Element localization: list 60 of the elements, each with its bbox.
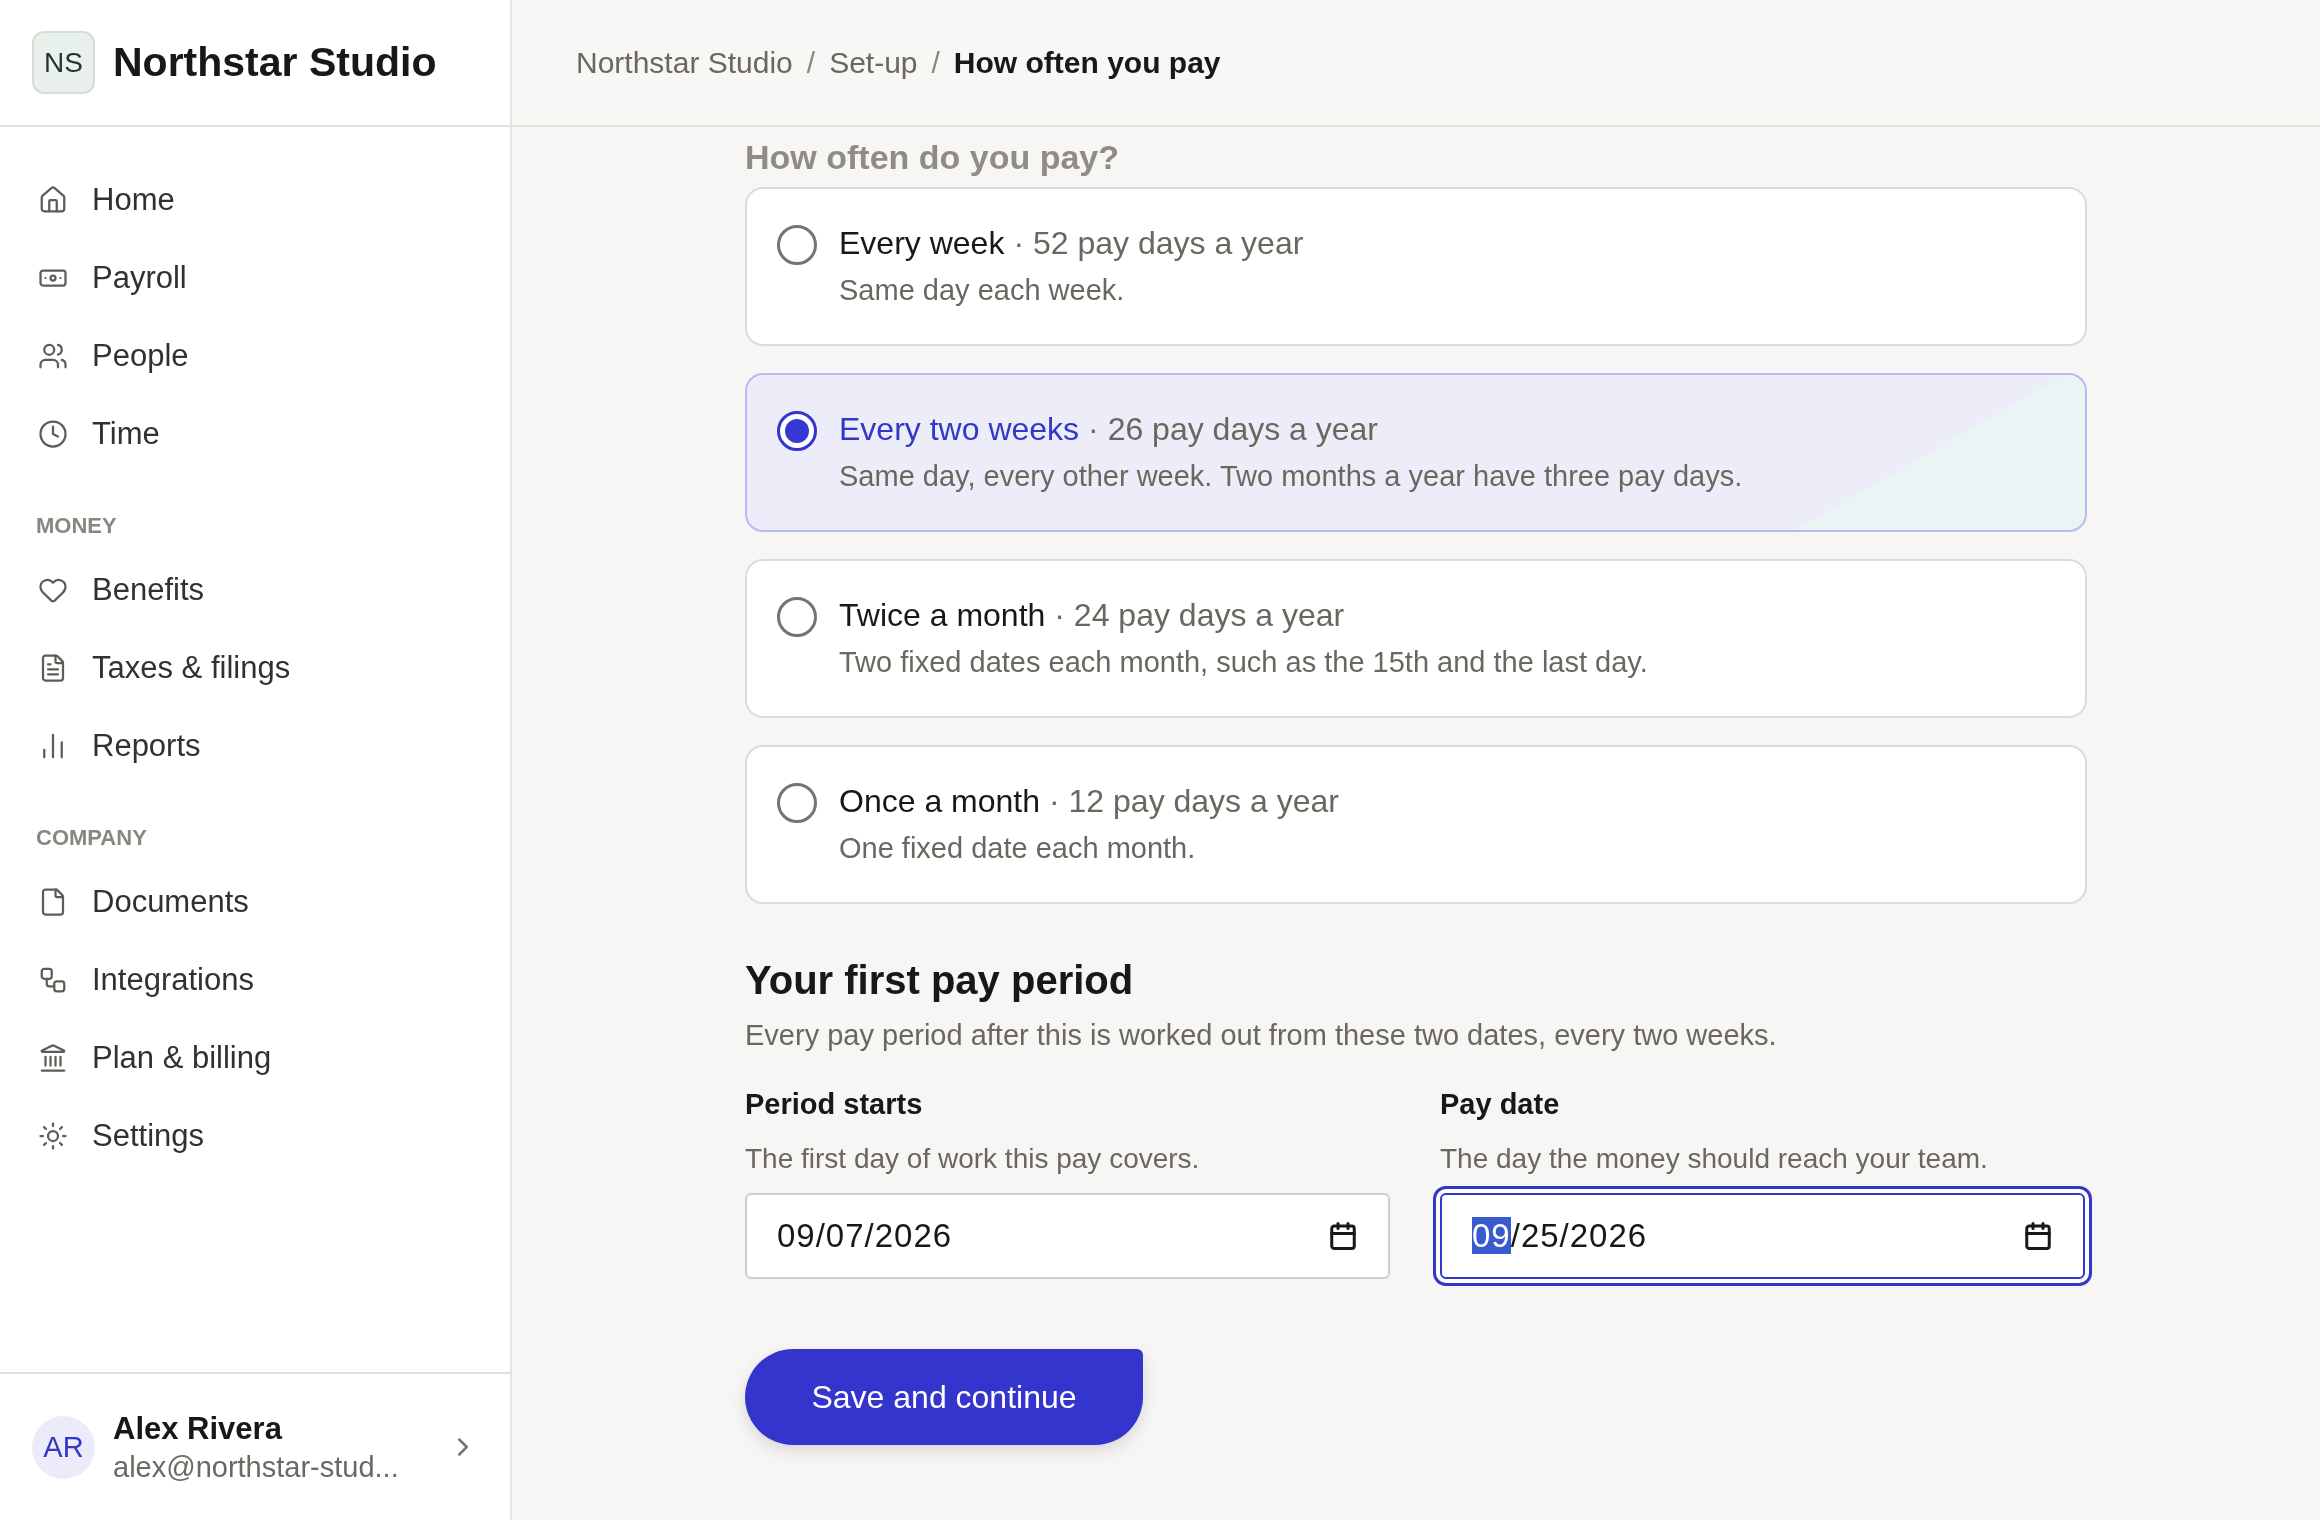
nav-item[interactable]: Settings (0, 1097, 510, 1175)
bank-icon (38, 1043, 68, 1073)
nav-section-heading: COMPANY (35, 825, 148, 851)
radio-button[interactable] (777, 411, 817, 451)
radio-button[interactable] (777, 225, 817, 265)
nav-item[interactable]: Documents (0, 863, 510, 941)
pay-frequency-option[interactable]: Every two weeks · 26 pay days a year Same day, every other week. Two months a year have three pay days. (745, 373, 2087, 532)
field-help: The day the money should reach your team. (1440, 1143, 1989, 1175)
option-title: Once a month (839, 783, 1040, 820)
nav-item[interactable]: Reports (0, 707, 510, 785)
calendar-icon[interactable] (1328, 1221, 1358, 1251)
field-label: Pay date (1440, 1088, 1561, 1121)
user-name: Alex Rivera (113, 1410, 284, 1447)
option-description: One fixed date each month. (839, 832, 1197, 865)
option-title: Every two weeks (839, 411, 1080, 448)
home-icon (38, 185, 68, 215)
pay-frequency-option[interactable]: Once a month · 12 pay days a year One fixed date each month. (745, 745, 2087, 904)
nav-item[interactable]: Time (0, 395, 510, 473)
nav-item[interactable]: Integrations (0, 941, 510, 1019)
option-description: Two fixed dates each month, such as the 15th and the last day. (839, 646, 1648, 679)
calendar-icon[interactable] (2023, 1221, 2053, 1251)
option-detail: · 52 pay days a year (1013, 225, 1304, 262)
settings-icon (38, 1121, 68, 1151)
field-help: The first day of work this pay covers. (745, 1143, 1201, 1175)
breadcrumb-separator: / (806, 45, 816, 80)
breadcrumb-link[interactable]: Northstar Studio (576, 45, 793, 80)
people-icon (38, 341, 68, 371)
brand-logo: NS (32, 31, 95, 94)
section-description: Every pay period after this is worked out from these two dates, every two weeks. (745, 1019, 1778, 1052)
option-description: Same day, every other week. Two months a year have three pay days. (839, 460, 1743, 493)
option-detail: · 24 pay days a year (1054, 597, 1345, 634)
section-title: Your first pay period (745, 958, 1135, 1003)
linked-squares-icon (38, 965, 68, 995)
option-title: Every week (839, 225, 1005, 262)
clock-icon (38, 419, 68, 449)
radio-button[interactable] (777, 597, 817, 637)
save-button[interactable]: Save and continue (745, 1349, 1143, 1445)
nav-item[interactable]: Home (0, 161, 510, 239)
user-email: alex@northstar-stud... (113, 1450, 400, 1484)
nav-section-heading: MONEY (35, 513, 118, 539)
pay-frequency-option[interactable]: Twice a month · 24 pay days a year Two fixed dates each month, such as the 15th and the last day. (745, 559, 2087, 718)
field-label: Period starts (745, 1088, 924, 1121)
nav-item[interactable]: Benefits (0, 551, 510, 629)
date-field[interactable]: 09/07/2026 (745, 1193, 1390, 1279)
option-detail: · 12 pay days a year (1049, 783, 1339, 820)
pay-frequency-option[interactable]: Every week · 52 pay days a year Same day each week. (745, 187, 2087, 346)
option-title: Twice a month (839, 597, 1046, 634)
option-detail: · 26 pay days a year (1088, 411, 1378, 448)
option-description: Same day each week. (839, 274, 1126, 307)
breadcrumb-separator: / (931, 45, 940, 80)
nav-item[interactable]: Payroll (0, 239, 510, 317)
nav-item[interactable]: Taxes & filings (0, 629, 510, 707)
breadcrumb-link[interactable]: How often you pay (953, 45, 1221, 80)
brand-name: Northstar Studio (113, 39, 437, 86)
breadcrumb-link[interactable]: Set-up (829, 45, 918, 80)
page-heading: How often do you pay? (745, 137, 1120, 177)
nav-item[interactable]: Plan & billing (0, 1019, 510, 1097)
radio-button[interactable] (777, 783, 817, 823)
user-avatar: AR (32, 1415, 95, 1479)
nav-item[interactable]: People (0, 317, 510, 395)
